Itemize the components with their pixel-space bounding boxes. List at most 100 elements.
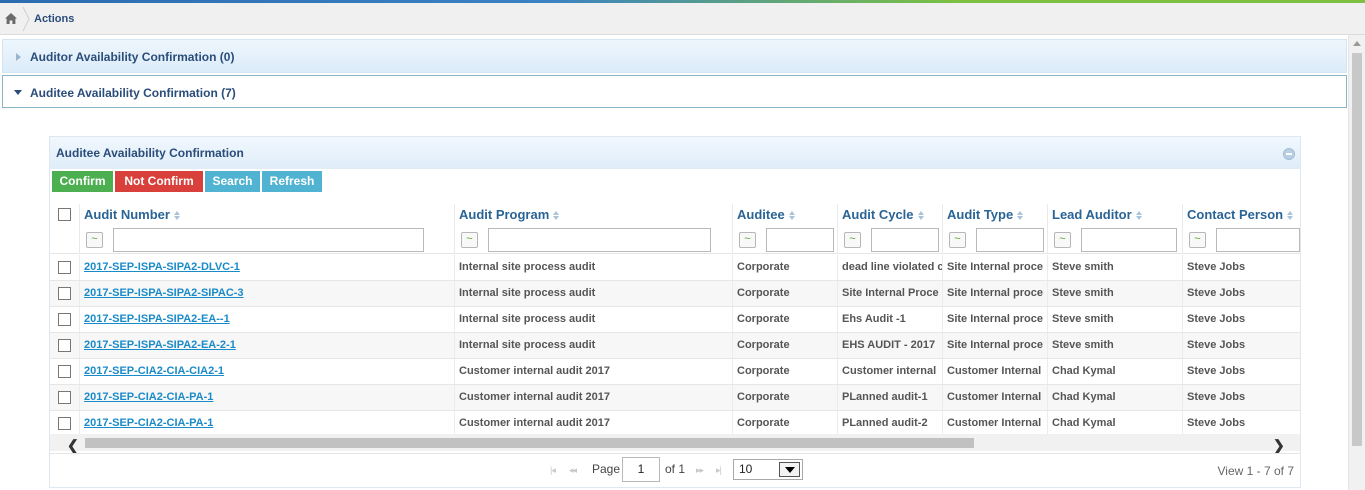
cell-audit-type: Site Internal proce (943, 307, 1048, 332)
cell-auditee: Corporate (733, 333, 838, 358)
scroll-up-icon[interactable] (1353, 41, 1361, 46)
select-all-checkbox[interactable] (58, 208, 71, 221)
table-row[interactable]: 2017-SEP-ISPA-SIPA2-DLVC-1 Internal site … (50, 255, 1300, 281)
column-header-audit-program[interactable]: Audit Program (455, 204, 733, 226)
column-header-label: Contact Person (1187, 207, 1284, 222)
next-page-icon[interactable]: ▸▸ (696, 465, 704, 476)
audit-number-link[interactable]: 2017-SEP-CIA2-CIA-PA-1 (84, 417, 213, 429)
scroll-thumb[interactable] (1352, 53, 1362, 446)
row-checkbox[interactable] (58, 365, 71, 378)
filter-cell-lead-auditor: ~ (1048, 226, 1183, 254)
accordion-auditor-availability[interactable]: Auditor Availability Confirmation (0) (2, 39, 1347, 73)
cell-audit-program: Internal site process audit (455, 307, 733, 332)
auditee-availability-grid: Auditee Availability Confirmation Confir… (49, 136, 1301, 488)
not-confirm-button[interactable]: Not Confirm (115, 171, 203, 192)
page-size-select[interactable]: 10 (733, 459, 803, 480)
scroll-right-icon[interactable]: ❯ (1273, 437, 1285, 454)
cell-audit-number: 2017-SEP-ISPA-SIPA2-EA-2-1 (80, 333, 455, 358)
first-page-icon[interactable]: |◂ (550, 465, 556, 476)
table-row[interactable]: 2017-SEP-CIA2-CIA-CIA2-1 Customer interna… (50, 359, 1300, 385)
column-header-contact-person[interactable]: Contact Person (1183, 204, 1300, 226)
row-checkbox[interactable] (58, 261, 71, 274)
cell-audit-type: Customer Internal (943, 411, 1048, 436)
cell-auditee: Corporate (733, 255, 838, 280)
cell-audit-cycle: PLanned audit-2 (838, 411, 943, 436)
cell-audit-type: Customer Internal (943, 359, 1048, 384)
filter-operator-button[interactable]: ~ (1054, 232, 1071, 248)
audit-number-link[interactable]: 2017-SEP-ISPA-SIPA2-EA--1 (84, 313, 230, 325)
sort-icon (1017, 211, 1024, 221)
cell-audit-type: Customer Internal (943, 385, 1048, 410)
cell-audit-cycle: EHS AUDIT - 2017 (838, 333, 943, 358)
filter-cell-audit-type: ~ (943, 226, 1048, 254)
filter-input-lead-auditor[interactable] (1081, 228, 1177, 252)
cell-audit-cycle: PLanned audit-1 (838, 385, 943, 410)
last-page-icon[interactable]: ▸| (716, 465, 722, 476)
row-checkbox[interactable] (58, 417, 71, 430)
vertical-scrollbar[interactable] (1348, 35, 1365, 490)
filter-input-audit-program[interactable] (488, 228, 711, 252)
cell-audit-number: 2017-SEP-ISPA-SIPA2-SIPAC-3 (80, 281, 455, 306)
filter-operator-button[interactable]: ~ (1189, 232, 1206, 248)
row-checkbox[interactable] (58, 391, 71, 404)
filter-input-audit-number[interactable] (113, 228, 424, 252)
filter-input-audit-cycle[interactable] (871, 228, 939, 252)
filter-operator-button[interactable]: ~ (461, 232, 478, 248)
table-row[interactable]: 2017-SEP-ISPA-SIPA2-EA--1 Internal site p… (50, 307, 1300, 333)
cell-auditee: Corporate (733, 307, 838, 332)
filter-operator-button[interactable]: ~ (739, 232, 756, 248)
prev-page-icon[interactable]: ◂◂ (569, 465, 577, 476)
sort-icon (553, 211, 560, 221)
table-row[interactable]: 2017-SEP-CIA2-CIA-PA-1 Customer internal … (50, 385, 1300, 411)
cell-contact-person: Steve Jobs (1187, 391, 1246, 403)
filter-operator-button[interactable]: ~ (86, 232, 103, 248)
chevron-down-icon (779, 462, 800, 477)
filter-input-contact-person[interactable] (1216, 228, 1300, 252)
column-header-lead-auditor[interactable]: Lead Auditor (1048, 204, 1183, 226)
row-checkbox[interactable] (58, 339, 71, 352)
refresh-button[interactable]: Refresh (262, 171, 322, 192)
filter-cell-auditee: ~ (733, 226, 838, 254)
cell-audit-number: 2017-SEP-ISPA-SIPA2-EA--1 (80, 307, 455, 332)
cell-lead-auditor: Chad Kymal (1048, 385, 1183, 410)
page-number-input[interactable]: 1 (622, 457, 660, 482)
filter-operator-button[interactable]: ~ (949, 232, 966, 248)
row-checkbox[interactable] (58, 313, 71, 326)
column-header-audit-type[interactable]: Audit Type (943, 204, 1048, 226)
cell-lead-auditor: Steve smith (1048, 255, 1183, 280)
row-checkbox[interactable] (58, 287, 71, 300)
audit-number-link[interactable]: 2017-SEP-CIA2-CIA-PA-1 (84, 391, 213, 403)
cell-audit-cycle: Ehs Audit -1 (838, 307, 943, 332)
audit-number-link[interactable]: 2017-SEP-ISPA-SIPA2-SIPAC-3 (84, 287, 244, 299)
sort-icon (788, 211, 796, 221)
column-header-audit-cycle[interactable]: Audit Cycle (838, 204, 943, 226)
horizontal-scrollbar[interactable]: ❮ ❯ (50, 434, 1300, 454)
accordion-auditee-availability[interactable]: Auditee Availability Confirmation (7) (2, 75, 1347, 108)
filter-input-audit-type[interactable] (976, 228, 1044, 252)
audit-number-link[interactable]: 2017-SEP-ISPA-SIPA2-DLVC-1 (84, 261, 240, 273)
sort-icon (1135, 211, 1143, 221)
cell-audit-number: 2017-SEP-ISPA-SIPA2-DLVC-1 (80, 255, 455, 280)
collapse-grid-icon[interactable] (1283, 148, 1295, 160)
filter-operator-button[interactable]: ~ (844, 232, 861, 248)
accordion-label: Auditee Availability Confirmation (7) (30, 86, 236, 100)
filter-row: ~ ~ ~ ~ ~ ~ ~ (50, 226, 1300, 254)
confirm-button[interactable]: Confirm (52, 171, 113, 192)
cell-audit-program: Customer internal audit 2017 (455, 359, 733, 384)
audit-number-link[interactable]: 2017-SEP-ISPA-SIPA2-EA-2-1 (84, 339, 236, 351)
filter-input-auditee[interactable] (766, 228, 834, 252)
scroll-thumb[interactable] (85, 438, 974, 448)
page-count-label: of 1 (665, 462, 686, 476)
table-row[interactable]: 2017-SEP-ISPA-SIPA2-SIPAC-3 Internal site… (50, 281, 1300, 307)
record-count-text: View 1 - 7 of 7 (1217, 464, 1295, 478)
cell-audit-number: 2017-SEP-CIA2-CIA-PA-1 (80, 385, 455, 410)
scroll-left-icon[interactable]: ❮ (67, 437, 79, 454)
breadcrumb-item-actions[interactable]: Actions (34, 13, 74, 25)
column-header-audit-number[interactable]: Audit Number (80, 204, 455, 226)
audit-number-link[interactable]: 2017-SEP-CIA2-CIA-CIA2-1 (84, 365, 224, 377)
search-button[interactable]: Search (205, 171, 260, 192)
table-row[interactable]: 2017-SEP-ISPA-SIPA2-EA-2-1 Internal site … (50, 333, 1300, 359)
home-icon[interactable] (4, 12, 18, 25)
page-label: Page (592, 462, 621, 476)
column-header-auditee[interactable]: Auditee (733, 204, 838, 226)
